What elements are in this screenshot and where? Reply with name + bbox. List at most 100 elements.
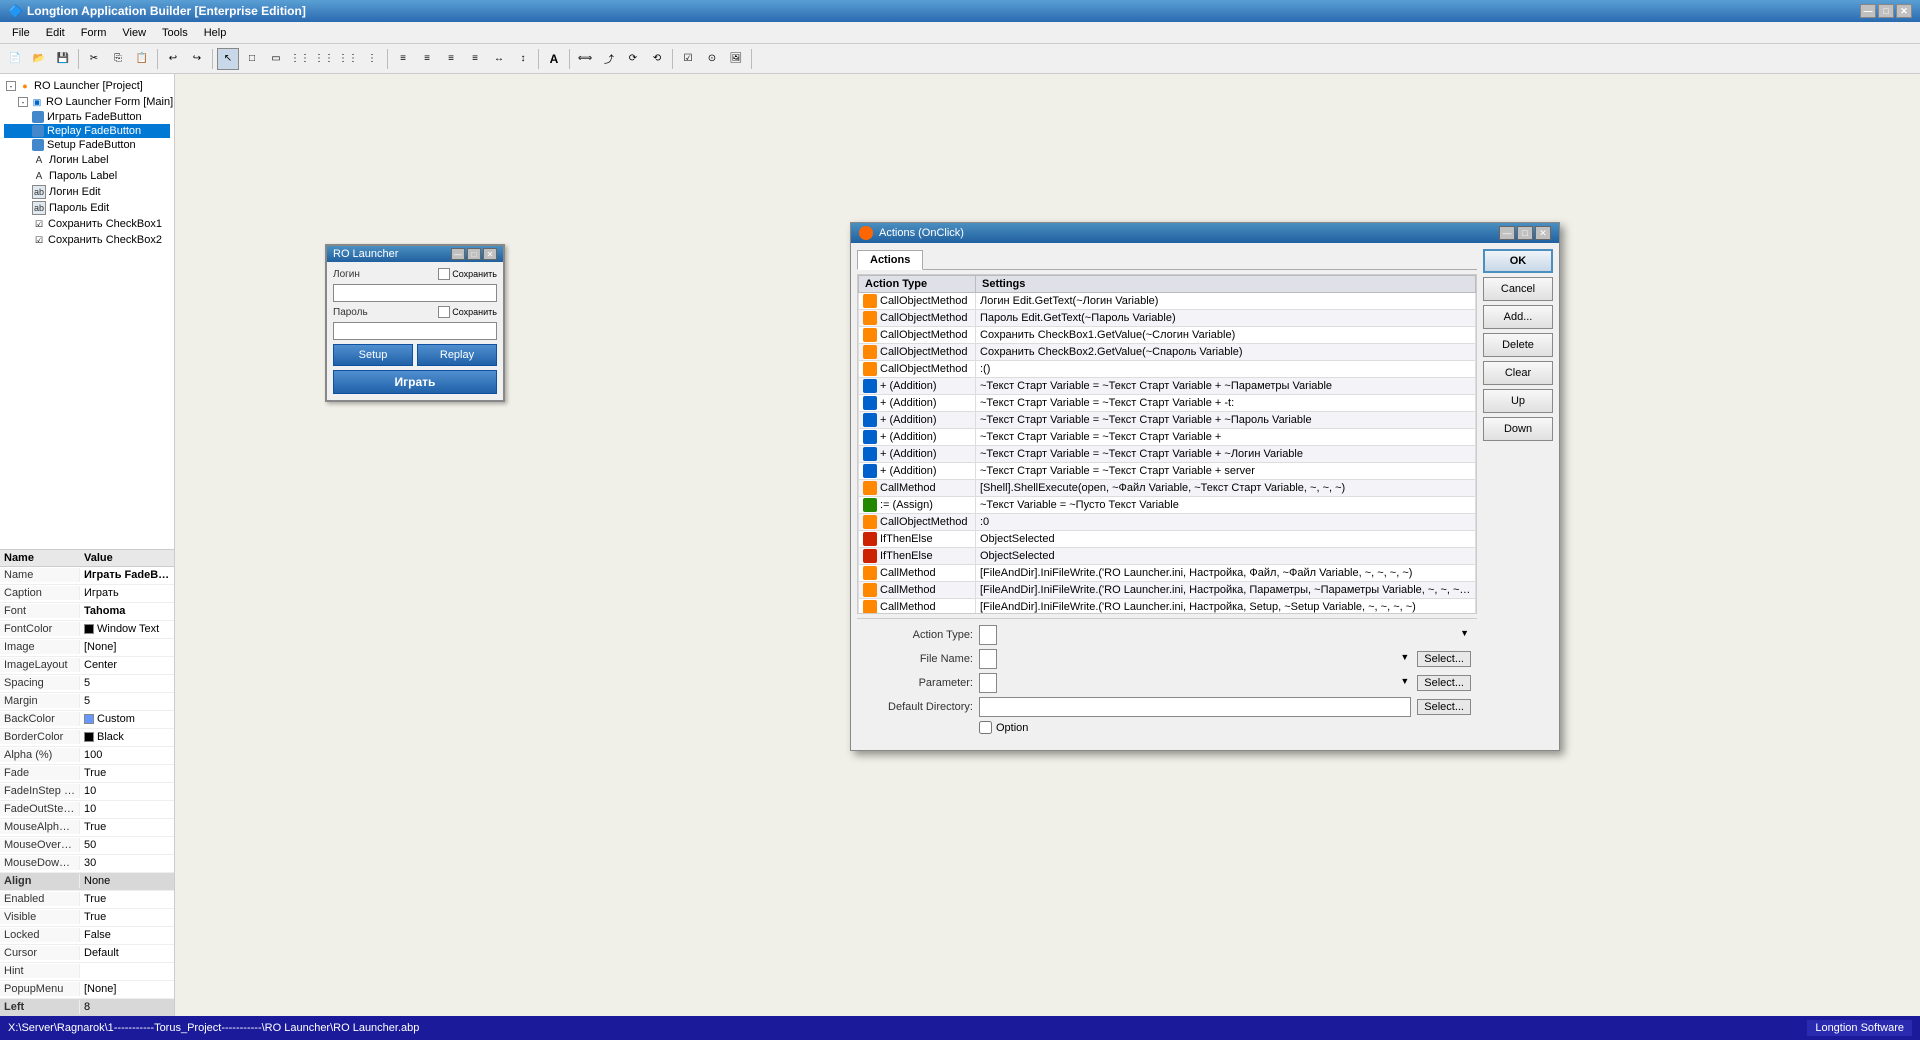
tab-actions[interactable]: Actions	[857, 250, 923, 270]
default-dir-select-btn[interactable]: Select...	[1417, 699, 1471, 715]
table-row[interactable]: + (Addition)~Текст Старт Variable = ~Тек…	[859, 378, 1476, 395]
clear-button[interactable]: Clear	[1483, 361, 1553, 385]
down-button[interactable]: Down	[1483, 417, 1553, 441]
toolbar-btn3[interactable]: ▭	[265, 48, 287, 70]
default-dir-input[interactable]	[979, 697, 1411, 717]
prop-visible-value[interactable]: True	[80, 910, 174, 924]
toolbar-btn7[interactable]: ⋮	[361, 48, 383, 70]
table-row[interactable]: CallObjectMethod:0	[859, 514, 1476, 531]
toolbar-img[interactable]: 🖼	[725, 48, 747, 70]
tree-item-setup[interactable]: Setup FadeButton	[4, 138, 170, 152]
prop-fade-value[interactable]: True	[80, 766, 174, 780]
toolbar-align4[interactable]: ≡	[464, 48, 486, 70]
tree-item-cb1[interactable]: ☑ Сохранить CheckBox1	[4, 216, 170, 232]
prop-enabled-value[interactable]: True	[80, 892, 174, 906]
prop-fadeinstep-value[interactable]: 10	[80, 784, 174, 798]
actions-table-scroll[interactable]: Action Type Settings CallObjectMethodЛог…	[857, 274, 1477, 614]
table-row[interactable]: + (Addition)~Текст Старт Variable = ~Тек…	[859, 429, 1476, 446]
table-row[interactable]: + (Addition)~Текст Старт Variable = ~Тек…	[859, 395, 1476, 412]
prop-backcolor-value[interactable]: Custom	[80, 712, 174, 726]
menu-view[interactable]: View	[114, 25, 154, 41]
toolbar-align2[interactable]: ≡	[416, 48, 438, 70]
tree-expand-form[interactable]: -	[18, 97, 28, 107]
form-replay-btn[interactable]: Replay	[417, 344, 497, 366]
table-row[interactable]: + (Addition)~Текст Старт Variable = ~Тек…	[859, 412, 1476, 429]
form-login-input[interactable]	[333, 284, 497, 302]
tree-item-play[interactable]: Играть FadeButton	[4, 110, 170, 124]
toolbar-copy[interactable]: ⎘	[107, 48, 129, 70]
form-login-checkbox[interactable]	[438, 268, 450, 280]
prop-spacing-value[interactable]: 5	[80, 676, 174, 690]
toolbar-check[interactable]: ☑	[677, 48, 699, 70]
prop-cursor-value[interactable]: Default	[80, 946, 174, 960]
toolbar-cut[interactable]: ✂	[83, 48, 105, 70]
file-name-select[interactable]	[979, 649, 997, 669]
table-row[interactable]: CallObjectMethod:()	[859, 361, 1476, 378]
form-maximize-btn[interactable]: □	[467, 248, 481, 260]
table-row[interactable]: + (Addition)~Текст Старт Variable = ~Тек…	[859, 446, 1476, 463]
prop-fontcolor-value[interactable]: Window Text	[80, 622, 174, 636]
form-close-btn[interactable]: ✕	[483, 248, 497, 260]
form-play-btn[interactable]: Играть	[333, 370, 497, 394]
tree-item-login-label[interactable]: A Логин Label	[4, 152, 170, 168]
tree-item-cb2[interactable]: ☑ Сохранить CheckBox2	[4, 232, 170, 248]
prop-name-value[interactable]: Играть FadeButton	[80, 568, 174, 582]
form-title-bar[interactable]: RO Launcher — □ ✕	[327, 246, 503, 262]
toolbar-btn9[interactable]: ↕	[512, 48, 534, 70]
dialog-minimize-btn[interactable]: —	[1499, 226, 1515, 240]
prop-imagelayout-value[interactable]: Center	[80, 658, 174, 672]
add-button[interactable]: Add...	[1483, 305, 1553, 329]
table-row[interactable]: CallMethod[FileAndDir].IniFileWrite.('RO…	[859, 565, 1476, 582]
toolbar-btn8[interactable]: ↔	[488, 48, 510, 70]
table-row[interactable]: CallObjectMethodЛогин Edit.GetText(~Логи…	[859, 293, 1476, 310]
toolbar-radio[interactable]: ⊙	[701, 48, 723, 70]
prop-image-value[interactable]: [None]	[80, 640, 174, 654]
delete-button[interactable]: Delete	[1483, 333, 1553, 357]
toolbar-btn2[interactable]: □	[241, 48, 263, 70]
prop-align-value[interactable]: None	[80, 874, 174, 888]
toolbar-open[interactable]: 📂	[28, 48, 50, 70]
table-row[interactable]: CallObjectMethodСохранить CheckBox1.GetV…	[859, 327, 1476, 344]
tree-expand-root[interactable]: -	[6, 81, 16, 91]
toolbar-btn4[interactable]: ⋮⋮	[289, 48, 311, 70]
form-password-input[interactable]	[333, 322, 497, 340]
action-type-select[interactable]	[979, 625, 997, 645]
toolbar-undo[interactable]: ↩	[162, 48, 184, 70]
toolbar-align1[interactable]: ≡	[392, 48, 414, 70]
tree-root[interactable]: - ● RO Launcher [Project]	[4, 78, 170, 94]
option-checkbox[interactable]	[979, 721, 992, 734]
menu-help[interactable]: Help	[196, 25, 235, 41]
table-row[interactable]: CallObjectMethodПароль Edit.GetText(~Пар…	[859, 310, 1476, 327]
up-button[interactable]: Up	[1483, 389, 1553, 413]
prop-locked-value[interactable]: False	[80, 928, 174, 942]
prop-mousedownalpha-value[interactable]: 30	[80, 856, 174, 870]
menu-file[interactable]: File	[4, 25, 38, 41]
menu-form[interactable]: Form	[73, 25, 115, 41]
prop-font-value[interactable]: Tahoma	[80, 604, 174, 618]
tree-item-login-edit[interactable]: ab Логин Edit	[4, 184, 170, 200]
table-row[interactable]: CallMethod[FileAndDir].IniFileWrite.('RO…	[859, 582, 1476, 599]
prop-caption-value[interactable]: Играть	[80, 586, 174, 600]
prop-left-value[interactable]: 8	[80, 1000, 174, 1014]
toolbar-select[interactable]: ↖	[217, 48, 239, 70]
toolbar-btn12[interactable]: ⟳	[622, 48, 644, 70]
ok-button[interactable]: OK	[1483, 249, 1553, 273]
file-name-select-btn[interactable]: Select...	[1417, 651, 1471, 667]
prop-margin-value[interactable]: 5	[80, 694, 174, 708]
toolbar-btn5[interactable]: ⋮⋮	[313, 48, 335, 70]
prop-bordercolor-value[interactable]: Black	[80, 730, 174, 744]
tree-item-replay[interactable]: Replay FadeButton	[4, 124, 170, 138]
toolbar-save[interactable]: 💾	[52, 48, 74, 70]
toolbar-new[interactable]: 📄	[4, 48, 26, 70]
toolbar-btn11[interactable]: ⤴	[598, 48, 620, 70]
table-row[interactable]: IfThenElseObjectSelected	[859, 531, 1476, 548]
form-password-checkbox[interactable]	[438, 306, 450, 318]
dialog-maximize-btn[interactable]: □	[1517, 226, 1533, 240]
tree-form[interactable]: - ▣ RO Launcher Form [Main]	[4, 94, 170, 110]
toolbar-redo[interactable]: ↪	[186, 48, 208, 70]
form-setup-btn[interactable]: Setup	[333, 344, 413, 366]
prop-popupmenu-value[interactable]: [None]	[80, 982, 174, 996]
dialog-title-bar[interactable]: Actions (OnClick) — □ ✕	[851, 223, 1559, 243]
table-row[interactable]: IfThenElseObjectSelected	[859, 548, 1476, 565]
menu-tools[interactable]: Tools	[154, 25, 196, 41]
